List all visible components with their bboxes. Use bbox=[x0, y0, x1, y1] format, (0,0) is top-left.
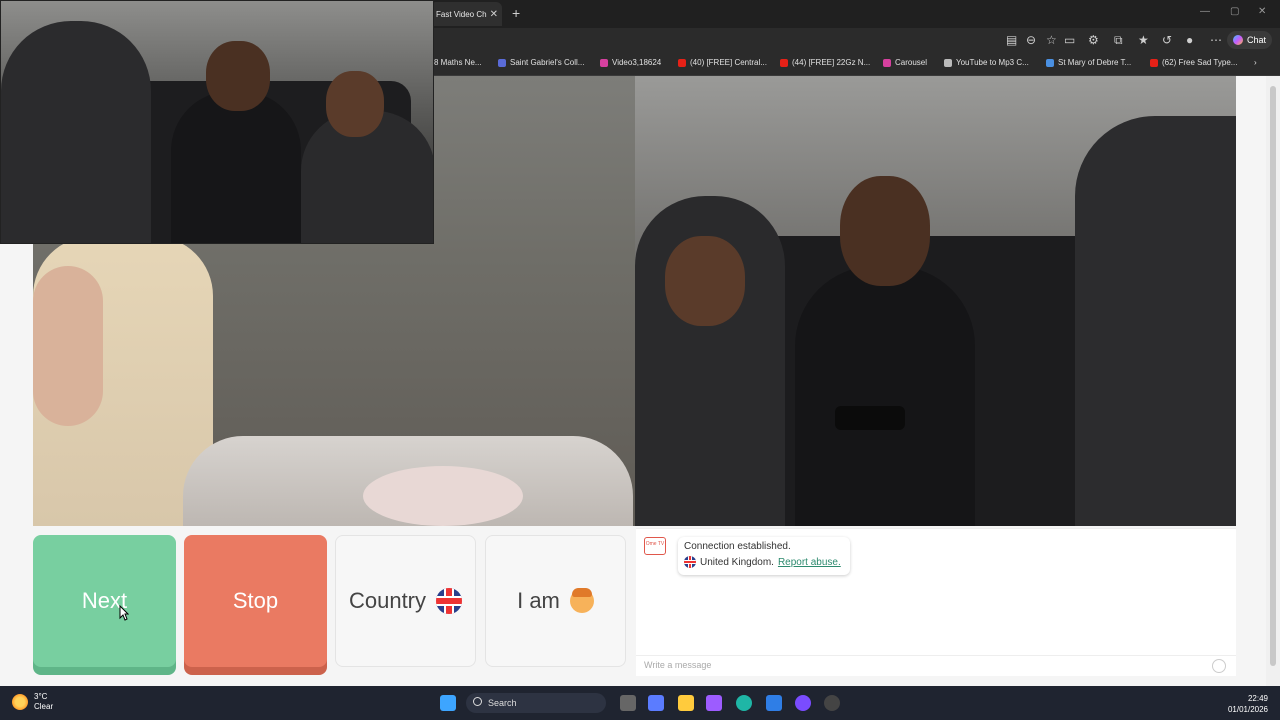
bookmark-item[interactable]: YouTube to Mp3 C... bbox=[944, 58, 1029, 67]
message-placeholder: Write a message bbox=[644, 660, 712, 670]
minimize-icon[interactable]: — bbox=[1200, 6, 1210, 17]
weather-widget[interactable]: 3°C Clear bbox=[12, 692, 53, 712]
close-window-icon[interactable]: ✕ bbox=[1258, 6, 1266, 17]
mail-icon[interactable] bbox=[766, 695, 782, 711]
bookmark-item[interactable]: 8 Maths Ne... bbox=[434, 58, 482, 67]
face-center bbox=[840, 176, 930, 286]
new-tab-icon[interactable]: + bbox=[512, 5, 520, 21]
bookmark-item[interactable]: Video3,18624 bbox=[600, 58, 661, 67]
stop-label: Stop bbox=[232, 588, 279, 613]
windows-taskbar: 3°C Clear Search 22:49 01/01/2026 bbox=[0, 686, 1280, 720]
restore-icon[interactable]: ▢ bbox=[1230, 6, 1239, 17]
task-view-icon[interactable] bbox=[620, 695, 636, 711]
scrollbar-thumb[interactable] bbox=[1270, 86, 1276, 666]
weather-condition: Clear bbox=[34, 702, 54, 711]
bookmark-item[interactable]: (40) [FREE] Central... bbox=[678, 58, 767, 67]
gender-button[interactable]: I am bbox=[485, 535, 626, 667]
settings-icon[interactable] bbox=[824, 695, 840, 711]
sun-icon bbox=[12, 694, 28, 710]
report-abuse-link[interactable]: Report abuse. bbox=[778, 557, 841, 568]
message-input[interactable]: Write a message bbox=[636, 655, 1236, 675]
emoji-picker-icon[interactable] bbox=[1212, 659, 1226, 673]
person-left bbox=[1, 21, 151, 243]
copilot-app-icon[interactable] bbox=[706, 695, 722, 711]
youtube-icon bbox=[1150, 58, 1158, 67]
mouse-cursor-icon bbox=[119, 605, 129, 621]
country-label: Country bbox=[348, 588, 427, 613]
person-right bbox=[1075, 116, 1236, 526]
youtube-icon bbox=[780, 58, 788, 67]
person-center bbox=[795, 266, 975, 526]
app-icon[interactable] bbox=[795, 695, 811, 711]
iam-label: I am bbox=[517, 588, 560, 613]
face-shape bbox=[33, 266, 103, 426]
boy-emoji-icon bbox=[569, 588, 594, 613]
bookmark-item[interactable]: Carousel bbox=[883, 58, 927, 67]
face-left bbox=[665, 236, 745, 326]
extensions-icon[interactable]: ⚙ bbox=[1088, 33, 1099, 47]
uk-flag-icon bbox=[684, 556, 696, 568]
next-button[interactable]: Next bbox=[33, 535, 176, 667]
clock-time: 22:49 bbox=[1247, 694, 1268, 703]
clock-date: 01/01/2026 bbox=[1227, 705, 1268, 714]
stop-button[interactable]: Stop bbox=[184, 535, 327, 667]
copilot-chat-button[interactable]: Chat bbox=[1226, 31, 1272, 49]
bookmark-item[interactable]: (44) [FREE] 22Gz N... bbox=[780, 58, 870, 67]
close-tab-icon[interactable]: ✕ bbox=[490, 9, 498, 20]
search-icon bbox=[473, 697, 482, 706]
bookmark-item[interactable]: (62) Free Sad Type... bbox=[1150, 58, 1237, 67]
history-icon[interactable]: ↺ bbox=[1162, 33, 1172, 47]
copilot-icon bbox=[1232, 35, 1243, 45]
instagram-icon bbox=[883, 58, 891, 67]
bookmark-favicon bbox=[498, 58, 506, 67]
profile-icon[interactable]: ● bbox=[1186, 33, 1193, 47]
system-message: Connection established. United Kingdom. … bbox=[678, 537, 850, 575]
instagram-icon bbox=[600, 58, 608, 67]
zoom-icon[interactable]: ⊖ bbox=[1026, 33, 1036, 47]
youtube-icon bbox=[678, 58, 686, 67]
ometv-logo: Ome TV bbox=[644, 537, 666, 555]
windows-start-icon[interactable] bbox=[440, 695, 456, 711]
face-center bbox=[206, 41, 270, 111]
pillow-shape bbox=[363, 466, 523, 526]
file-explorer-icon[interactable] bbox=[678, 695, 694, 711]
person-center bbox=[171, 91, 301, 243]
country-button[interactable]: Country bbox=[335, 535, 476, 667]
game-controller bbox=[835, 406, 905, 430]
face-right bbox=[326, 71, 384, 137]
favorites-icon[interactable]: ★ bbox=[1138, 33, 1149, 47]
active-tab[interactable]: Fast Video Ch ✕ bbox=[430, 2, 502, 26]
edge-icon[interactable] bbox=[736, 695, 752, 711]
taskbar-search[interactable]: Search bbox=[466, 693, 606, 713]
store-icon[interactable] bbox=[648, 695, 664, 711]
copilot-label: Chat bbox=[1246, 35, 1266, 45]
chevron-right-icon[interactable]: › bbox=[1254, 58, 1257, 67]
favorite-star-icon[interactable]: ☆ bbox=[1046, 33, 1057, 47]
more-options-icon[interactable]: ⋯ bbox=[1210, 33, 1222, 47]
scrollbar[interactable] bbox=[1266, 76, 1280, 686]
status-message: Connection established. bbox=[684, 541, 791, 552]
tab-title: Fast Video Ch bbox=[436, 10, 487, 19]
camera-icon[interactable]: ▭ bbox=[1064, 33, 1075, 47]
page-icon bbox=[944, 58, 952, 67]
overlay-camera bbox=[0, 0, 434, 244]
country-text: United Kingdom. bbox=[700, 556, 774, 568]
temperature: 3°C bbox=[34, 692, 48, 701]
self-video bbox=[635, 76, 1236, 526]
split-screen-icon[interactable]: ⧉ bbox=[1114, 33, 1123, 48]
system-clock[interactable]: 22:49 01/01/2026 bbox=[1228, 693, 1268, 715]
search-label: Search bbox=[488, 698, 517, 708]
bookmark-item[interactable]: St Mary of Debre T... bbox=[1046, 58, 1131, 67]
bookmark-item[interactable]: Saint Gabriel's Coll... bbox=[498, 58, 584, 67]
uk-flag-icon bbox=[436, 588, 463, 614]
web-icon bbox=[1046, 58, 1054, 67]
reader-view-icon[interactable]: ▤ bbox=[1006, 33, 1017, 47]
chat-panel: Ome TV Connection established. United Ki… bbox=[636, 528, 1236, 676]
